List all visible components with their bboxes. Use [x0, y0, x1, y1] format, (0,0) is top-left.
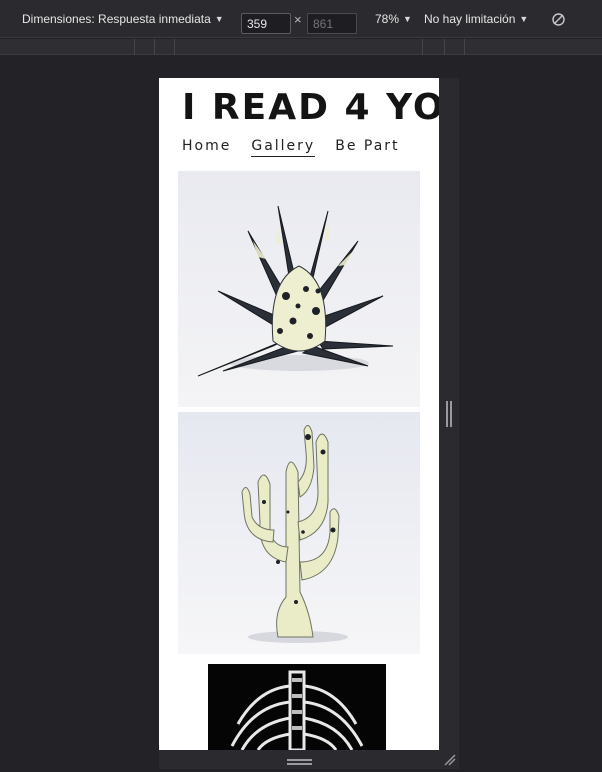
- chevron-down-icon: ▼: [403, 14, 412, 24]
- zoom-select[interactable]: 78% ▼: [375, 0, 412, 38]
- media-query-ruler[interactable]: [0, 39, 602, 55]
- times-separator: ×: [294, 11, 302, 27]
- device-toolbar: Dimensiones: Respuesta inmediata ▼ × 78%…: [0, 0, 602, 38]
- right-resize-handle[interactable]: [446, 401, 452, 427]
- device-stage: I READ 4 YOU Home Gallery Be Part: [0, 56, 602, 769]
- nav-home-link[interactable]: Home: [182, 138, 231, 157]
- throttle-select[interactable]: No hay limitación ▼: [424, 0, 528, 38]
- dimensions-label: Dimensiones: Respuesta inmediata: [22, 12, 211, 26]
- corner-resize-icon[interactable]: [443, 753, 457, 767]
- nav-be-part-link[interactable]: Be Part: [335, 138, 399, 157]
- gallery-image-ribcage[interactable]: [208, 664, 386, 750]
- site-title: I READ 4 YOU: [182, 87, 439, 128]
- gallery-image-cactus[interactable]: [178, 412, 420, 654]
- zoom-label: 78%: [375, 12, 400, 26]
- height-input[interactable]: [307, 13, 357, 34]
- rotate-icon[interactable]: [551, 0, 566, 38]
- site-nav: Home Gallery Be Part: [182, 138, 400, 157]
- chevron-down-icon: ▼: [519, 14, 529, 24]
- dimensions-select[interactable]: Dimensiones: Respuesta inmediata ▼: [22, 0, 224, 38]
- width-input[interactable]: [241, 13, 291, 34]
- gallery-image-pineapple[interactable]: [178, 171, 420, 407]
- throttle-label: No hay limitación: [424, 12, 516, 26]
- device-viewport: I READ 4 YOU Home Gallery Be Part: [159, 78, 439, 750]
- bottom-resize-handle[interactable]: [287, 759, 312, 765]
- nav-gallery-link[interactable]: Gallery: [251, 138, 316, 157]
- chevron-down-icon: ▼: [214, 14, 224, 24]
